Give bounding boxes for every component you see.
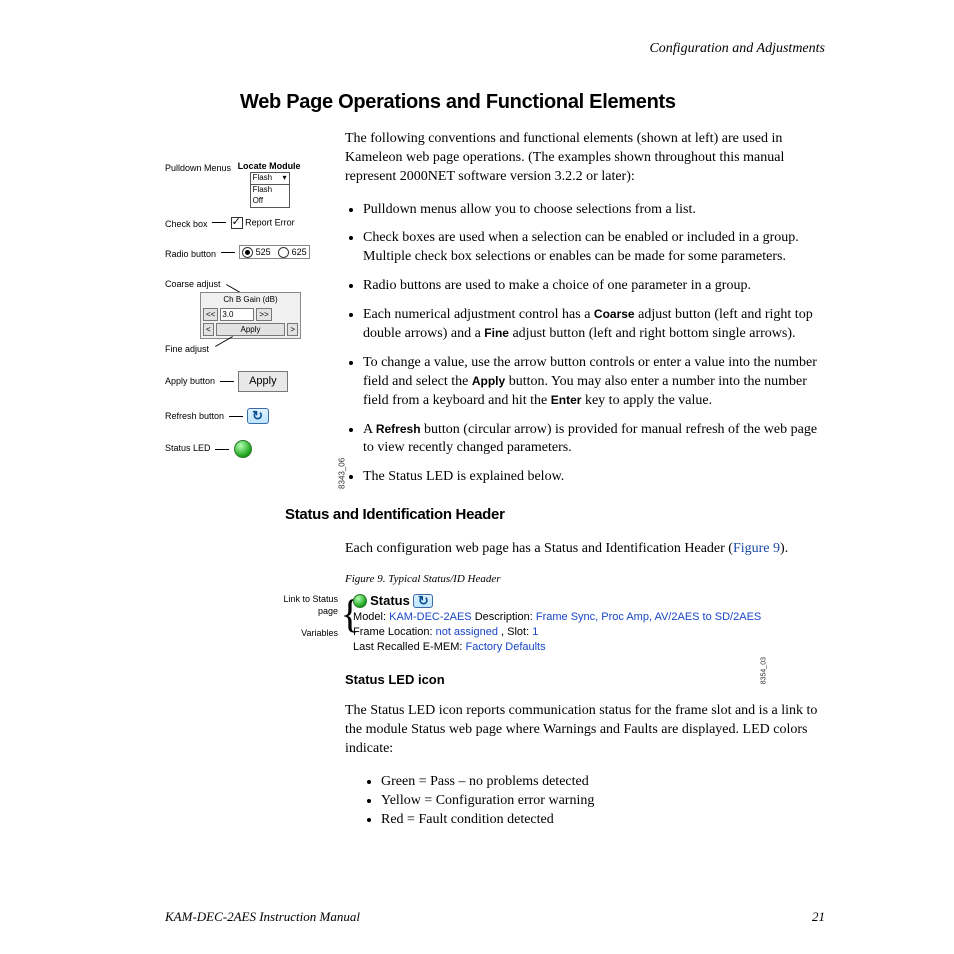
label-pulldown: Pulldown Menus xyxy=(165,160,231,174)
label-led: Status LED xyxy=(165,440,211,454)
status-header-diagram: Link to Status page Variables { Status M… xyxy=(280,593,825,654)
section-status-header: Status and Identification Header xyxy=(285,505,825,525)
label-refresh: Refresh button xyxy=(165,408,224,422)
status-led-icon xyxy=(234,440,252,458)
locate-module-title: Locate Module xyxy=(238,160,301,172)
pulldown-sample: Flash▾ Flash Off xyxy=(250,172,290,207)
page-number: 21 xyxy=(812,908,825,926)
diagram2-code: 8354_03 xyxy=(756,657,771,684)
bullet: Radio buttons are used to make a choice … xyxy=(363,277,825,296)
led-item: Yellow = Configuration error warning xyxy=(381,792,825,811)
features-list: Pulldown menus allow you to choose selec… xyxy=(345,201,825,488)
page-title: Web Page Operations and Functional Eleme… xyxy=(240,89,825,116)
label-radio: Radio button xyxy=(165,246,216,260)
label-checkbox: Check box xyxy=(165,216,208,230)
fine-left-button: < xyxy=(203,323,214,336)
chevron-down-icon: ▾ xyxy=(283,173,287,184)
label-fine: Fine adjust xyxy=(165,341,209,355)
diagram-code: 8343_06 xyxy=(337,458,348,489)
apply-small-button: Apply xyxy=(216,323,286,336)
bullet: A Refresh button (circular arrow) is pro… xyxy=(363,421,825,459)
radio-sample-on xyxy=(242,247,253,258)
label-coarse: Coarse adjust xyxy=(165,276,221,290)
led-paragraph: The Status LED icon reports communicatio… xyxy=(345,702,825,759)
status-led-small-icon xyxy=(353,594,367,608)
status-paragraph: Each configuration web page has a Status… xyxy=(345,540,825,559)
functional-elements-diagram: Pulldown Menus Locate Module Flash▾ Flas… xyxy=(165,160,340,458)
label-link-status: Link to Status page xyxy=(280,593,338,617)
coarse-fine-control: Ch B Gain (dB) << >> < Apply > xyxy=(200,292,301,339)
intro-paragraph: The following conventions and functional… xyxy=(345,130,825,187)
fine-right-button: > xyxy=(287,323,298,336)
figure-link[interactable]: Figure 9 xyxy=(733,541,780,556)
led-color-list: Green = Pass – no problems detected Yell… xyxy=(363,773,825,830)
footer-title: KAM-DEC-2AES Instruction Manual xyxy=(165,909,360,924)
bullet: The Status LED is explained below. xyxy=(363,468,825,487)
refresh-icon xyxy=(247,408,269,424)
label-apply: Apply button xyxy=(165,371,215,387)
coarse-right-button: >> xyxy=(256,308,271,321)
section-status-led: Status LED icon xyxy=(345,671,825,689)
led-item: Red = Fault condition detected xyxy=(381,811,825,830)
running-header: Configuration and Adjustments xyxy=(165,40,825,59)
led-item: Green = Pass – no problems detected xyxy=(381,773,825,792)
value-field xyxy=(220,308,254,321)
refresh-small-icon xyxy=(413,594,433,608)
brace-icon: { xyxy=(341,597,351,631)
status-link: Status xyxy=(370,593,410,608)
radio-sample-off xyxy=(278,247,289,258)
coarse-left-button: << xyxy=(203,308,218,321)
bullet: To change a value, use the arrow button … xyxy=(363,354,825,411)
apply-button-sample: Apply xyxy=(238,371,288,392)
figure-caption: Figure 9. Typical Status/ID Header xyxy=(345,572,825,587)
bullet: Pulldown menus allow you to choose selec… xyxy=(363,201,825,220)
page-footer: KAM-DEC-2AES Instruction Manual 21 xyxy=(165,908,825,926)
bullet: Each numerical adjustment control has a … xyxy=(363,306,825,344)
bullet: Check boxes are used when a selection ca… xyxy=(363,229,825,267)
checkbox-sample xyxy=(231,217,243,229)
label-variables: Variables xyxy=(280,627,338,639)
